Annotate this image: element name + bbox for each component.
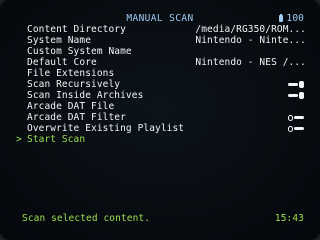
menu-item-default-core[interactable]: Default Core Nintendo - NES /... — [16, 57, 306, 68]
clock: 15:43 — [274, 213, 304, 224]
menu-item-label: File Extensions — [27, 68, 115, 79]
menu-item-label: Custom System Name — [27, 46, 132, 57]
menu-item-label: Arcade DAT File — [27, 101, 115, 112]
menu-item-custom-system-name[interactable]: Custom System Name — [16, 46, 306, 57]
battery-indicator: 100 — [278, 13, 304, 24]
menu-item-label: Default Core — [27, 57, 97, 68]
menu-item-content-directory[interactable]: Content Directory /media/RG350/ROM... — [16, 24, 306, 35]
battery-icon — [278, 14, 283, 22]
settings-menu: Content Directory /media/RG350/ROM... Sy… — [16, 24, 306, 145]
menu-item-label: Start Scan — [27, 134, 86, 145]
selection-cursor-icon: > — [16, 134, 22, 145]
menu-item-label: Content Directory — [27, 24, 126, 35]
toggle-off-icon[interactable] — [288, 125, 304, 132]
menu-item-label: Scan Recursively — [27, 79, 121, 90]
menu-item-value: /media/RG350/ROM... — [195, 24, 306, 35]
toggle-off-icon[interactable] — [288, 114, 304, 121]
menu-item-value: Nintendo - NES /... — [195, 57, 306, 68]
menu-item-arcade-dat-file[interactable]: Arcade DAT File — [16, 101, 306, 112]
status-bar: Scan selected content. 15:43 — [22, 213, 304, 224]
menu-item-arcade-dat-filter[interactable]: Arcade DAT Filter — [16, 112, 306, 123]
menu-item-scan-recursively[interactable]: Scan Recursively — [16, 79, 306, 90]
menu-item-system-name[interactable]: System Name Nintendo - Ninte... — [16, 35, 306, 46]
hint-text: Scan selected content. — [22, 213, 151, 224]
menu-item-label: Arcade DAT Filter — [27, 112, 126, 123]
menu-item-label: Scan Inside Archives — [27, 90, 144, 101]
toggle-on-icon[interactable] — [288, 81, 304, 88]
screen: MANUAL SCAN 100 Content Directory /media… — [0, 0, 320, 240]
battery-level: 100 — [286, 13, 304, 24]
toggle-on-icon[interactable] — [288, 92, 304, 99]
menu-item-label: Overwrite Existing Playlist — [27, 123, 185, 134]
menu-item-label: System Name — [27, 35, 92, 46]
menu-item-value: Nintendo - Ninte... — [195, 35, 306, 46]
menu-item-file-extensions[interactable]: File Extensions — [16, 68, 306, 79]
menu-item-scan-inside-archives[interactable]: Scan Inside Archives — [16, 90, 306, 101]
menu-item-overwrite-existing-playlist[interactable]: Overwrite Existing Playlist — [16, 123, 306, 134]
page-title: MANUAL SCAN — [126, 13, 194, 24]
menu-item-start-scan[interactable]: > Start Scan — [16, 134, 306, 145]
